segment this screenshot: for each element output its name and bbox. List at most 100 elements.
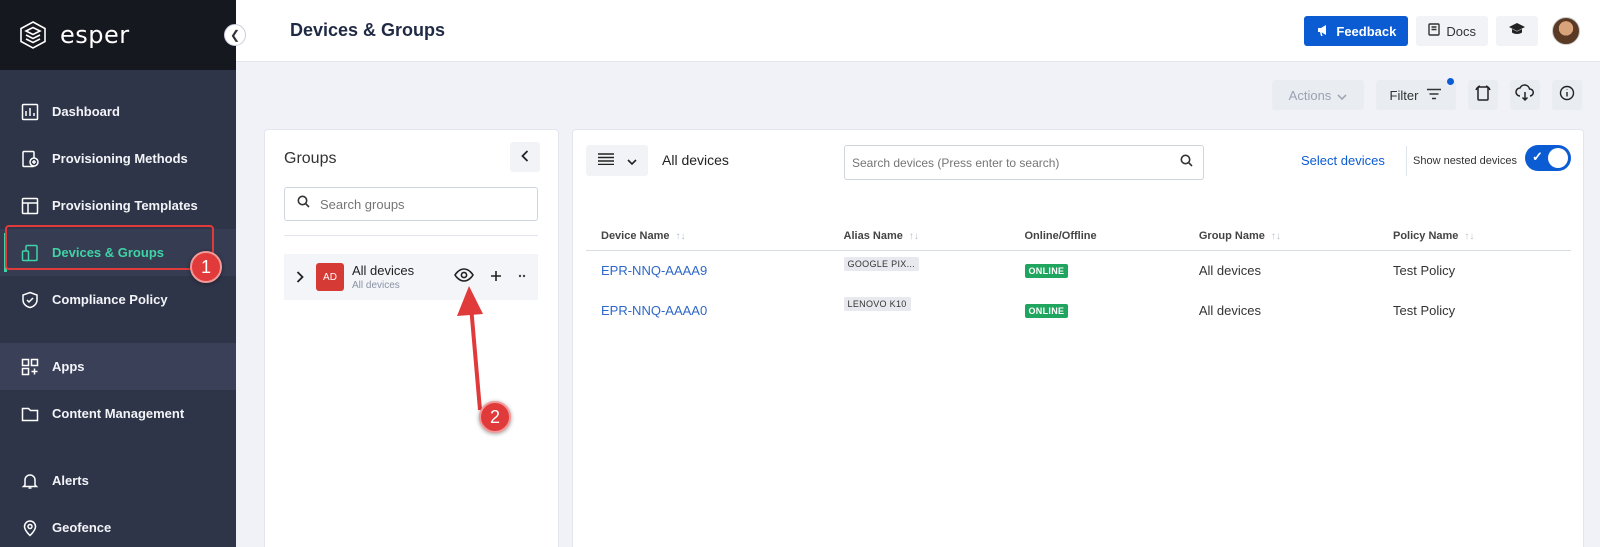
brand-name: esper (60, 21, 130, 49)
filter-active-dot (1447, 78, 1454, 85)
column-header-group-name[interactable]: Group Name ↑↓ (1183, 223, 1378, 251)
arrow-annotation (457, 286, 483, 411)
dashboard-icon (20, 102, 40, 122)
column-header-policy-name[interactable]: Policy Name ↑↓ (1378, 223, 1571, 251)
brand-header: esper ❮ (0, 0, 246, 70)
apps-icon (20, 357, 40, 377)
show-nested-toggle[interactable]: ✓ (1525, 145, 1571, 171)
groups-panel: Groups AD All devices All devices (264, 129, 559, 547)
map-pin-icon (20, 518, 40, 538)
sidebar-item-alerts[interactable]: Alerts (0, 457, 236, 504)
device-sync-icon (1474, 84, 1492, 107)
sidebar-item-label: Dashboard (52, 104, 120, 119)
sidebar-item-provisioning-templates[interactable]: Provisioning Templates (0, 182, 236, 229)
table-row[interactable]: EPR-NNQ-AAAA9 GOOGLE PIX... ONLINE All d… (586, 250, 1571, 290)
sidebar-nav: Dashboard Provisioning Methods Provision… (0, 70, 236, 547)
sidebar-item-geofence[interactable]: Geofence (0, 504, 236, 547)
group-name-cell: All devices (1198, 262, 1261, 278)
plus-icon[interactable] (490, 269, 502, 287)
folder-icon (20, 404, 40, 424)
select-devices-link[interactable]: Select devices (1301, 153, 1385, 168)
group-name-cell: All devices (1198, 302, 1261, 318)
device-sync-button[interactable] (1468, 80, 1498, 110)
sidebar-item-compliance-policy[interactable]: Compliance Policy (0, 276, 236, 323)
actions-dropdown[interactable]: Actions (1272, 80, 1364, 110)
chevron-left-icon (521, 149, 529, 165)
sidebar-collapse-button[interactable]: ❮ (224, 24, 246, 46)
alias-chip: LENOVO K10 (843, 297, 911, 311)
device-name-link[interactable]: EPR-NNQ-AAAA0 (601, 303, 707, 318)
device-search[interactable] (844, 145, 1204, 180)
sidebar-item-label: Compliance Policy (52, 292, 168, 307)
sort-icon: ↑↓ (908, 231, 919, 243)
table-row[interactable]: EPR-NNQ-AAAA0 LENOVO K10 ONLINE All devi… (586, 290, 1571, 330)
filter-icon (1426, 88, 1442, 103)
megaphone-icon (1316, 23, 1330, 40)
divider (1406, 146, 1407, 176)
chevron-down-icon (1337, 88, 1347, 103)
status-badge: ONLINE (1024, 304, 1069, 318)
sort-icon: ↑↓ (675, 231, 686, 243)
cloud-download-icon (1515, 83, 1535, 107)
info-icon (1559, 85, 1575, 106)
check-icon: ✓ (1532, 149, 1543, 164)
search-icon[interactable] (1180, 154, 1193, 172)
column-header-online-offline: Online/Offline (1009, 223, 1184, 251)
training-button[interactable] (1496, 16, 1538, 46)
groups-collapse-button[interactable] (510, 142, 540, 172)
chevron-right-icon[interactable] (284, 271, 316, 283)
sidebar-item-dashboard[interactable]: Dashboard (0, 88, 236, 135)
list-view-icon (597, 152, 615, 170)
filter-label: Filter (1389, 87, 1419, 103)
filter-button[interactable]: Filter (1376, 78, 1456, 110)
esper-logo-icon (20, 21, 46, 49)
feedback-label: Feedback (1336, 23, 1397, 39)
device-toolbar: Actions Filter (1272, 78, 1582, 110)
group-subtitle: All devices (352, 280, 400, 291)
policy-name-cell: Test Policy (1393, 302, 1456, 318)
download-button[interactable] (1510, 80, 1540, 110)
table-header-row: Device Name ↑↓ Alias Name ↑↓ Online/Offlin… (586, 223, 1571, 251)
feedback-button[interactable]: Feedback (1304, 16, 1409, 46)
sidebar-item-provisioning-methods[interactable]: Provisioning Methods (0, 135, 236, 182)
group-badge: AD (316, 263, 344, 291)
nav-divider (0, 437, 236, 457)
show-nested-label: Show nested devices (1413, 155, 1517, 167)
graduation-cap-icon (1508, 22, 1526, 41)
sidebar-item-content-management[interactable]: Content Management (0, 390, 236, 437)
search-icon (297, 195, 310, 213)
sidebar-item-label: Geofence (52, 520, 112, 535)
sidebar-item-label: Alerts (52, 473, 89, 488)
current-view-label: All devices (662, 152, 729, 168)
groups-search[interactable] (284, 187, 538, 221)
avatar[interactable] (1552, 17, 1580, 45)
sidebar-item-apps[interactable]: Apps (0, 343, 236, 390)
page-title: Devices & Groups (290, 20, 446, 40)
toggle-knob (1548, 148, 1568, 168)
sidebar-item-label: Apps (52, 359, 85, 374)
devices-panel: All devices Select devices Show nested d… (572, 129, 1584, 547)
header-actions: Feedback Docs (1304, 16, 1580, 46)
provisioning-methods-icon (20, 149, 40, 169)
divider (284, 235, 538, 236)
column-header-alias-name[interactable]: Alias Name ↑↓ (828, 223, 1010, 251)
sidebar-item-label: Provisioning Templates (52, 198, 198, 213)
device-search-input[interactable] (852, 155, 1180, 170)
top-header: Devices & Groups Feedback Docs (236, 0, 1600, 62)
docs-button[interactable]: Docs (1416, 16, 1488, 46)
groups-search-input[interactable] (320, 196, 520, 212)
shield-icon (20, 290, 40, 310)
callout-highlight-box (5, 225, 214, 270)
book-icon (1428, 23, 1441, 39)
info-button[interactable] (1552, 80, 1582, 110)
group-name: All devices (352, 263, 415, 278)
sidebar-item-label: Content Management (52, 406, 185, 421)
sidebar-item-label: Provisioning Methods (52, 151, 188, 166)
view-mode-dropdown[interactable] (586, 145, 648, 176)
column-header-device-name[interactable]: Device Name ↑↓ (586, 223, 829, 251)
device-name-link[interactable]: EPR-NNQ-AAAA9 (601, 263, 707, 278)
group-item-all-devices[interactable]: AD All devices All devices (284, 254, 538, 300)
more-icon[interactable] (518, 269, 526, 287)
group-text: All devices All devices (352, 263, 414, 291)
groups-title: Groups (284, 150, 337, 167)
